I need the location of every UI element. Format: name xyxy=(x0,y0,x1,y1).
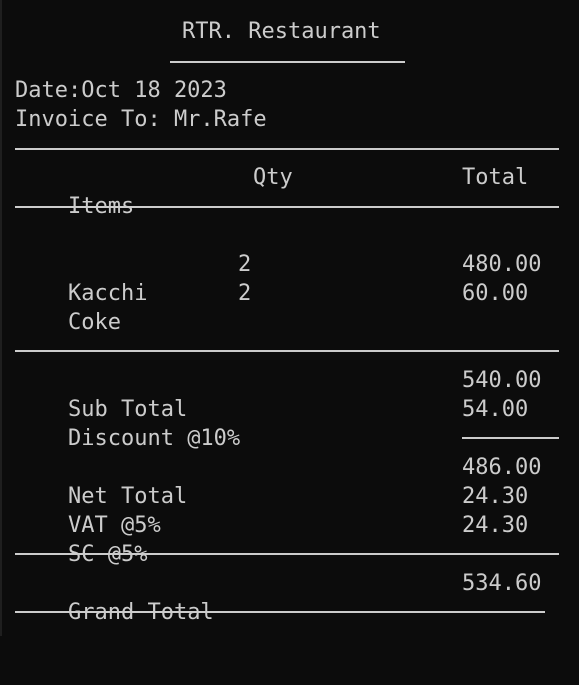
restaurant-title: RTR. Restaurant xyxy=(182,19,381,44)
summary-row-grand-total: Grand Total 534.60 xyxy=(15,569,555,625)
invoice-recipient: Invoice To: Mr.Rafe xyxy=(15,107,267,132)
item-qty: 2 xyxy=(238,281,252,306)
terminal-console-output: RTR. Restaurant Date:Oct 18 2023 Invoice… xyxy=(0,0,579,636)
item-total: 60.00 xyxy=(462,281,529,306)
item-row: Kacchi 2 480.00 xyxy=(15,250,555,306)
item-total: 480.00 xyxy=(462,252,542,277)
summary-value: 486.00 xyxy=(462,455,542,480)
column-header-row: Items Qty Total xyxy=(15,163,555,219)
invoice-date: Date:Oct 18 2023 xyxy=(15,78,227,103)
summary-value: 54.00 xyxy=(462,397,529,422)
column-header-qty: Qty xyxy=(253,165,293,190)
summary-value: 24.30 xyxy=(462,513,529,538)
summary-row-service-charge: SC @5% 24.30 xyxy=(15,511,555,567)
summary-row-net-total: Net Total 486.00 xyxy=(15,453,555,509)
summary-row-subtotal: Sub Total 540.00 xyxy=(15,366,555,422)
summary-label: Discount @10% xyxy=(67,426,241,451)
summary-value: 534.60 xyxy=(462,571,542,596)
summary-value: 540.00 xyxy=(462,368,542,393)
separator-line xyxy=(15,553,559,555)
summary-row-discount: Discount @10% 54.00 xyxy=(15,395,555,451)
summary-value: 24.30 xyxy=(462,484,529,509)
separator-line xyxy=(15,148,559,150)
subtotal-rule xyxy=(462,437,559,439)
title-underline xyxy=(170,61,405,63)
separator-line xyxy=(15,611,545,613)
item-qty: 2 xyxy=(238,252,252,277)
item-row: Coke 2 60.00 xyxy=(15,279,555,335)
separator-line xyxy=(15,350,559,352)
separator-line xyxy=(15,206,559,208)
column-header-total: Total xyxy=(462,165,529,190)
summary-row-vat: VAT @5% 24.30 xyxy=(15,482,555,538)
item-name: Coke xyxy=(67,310,121,335)
